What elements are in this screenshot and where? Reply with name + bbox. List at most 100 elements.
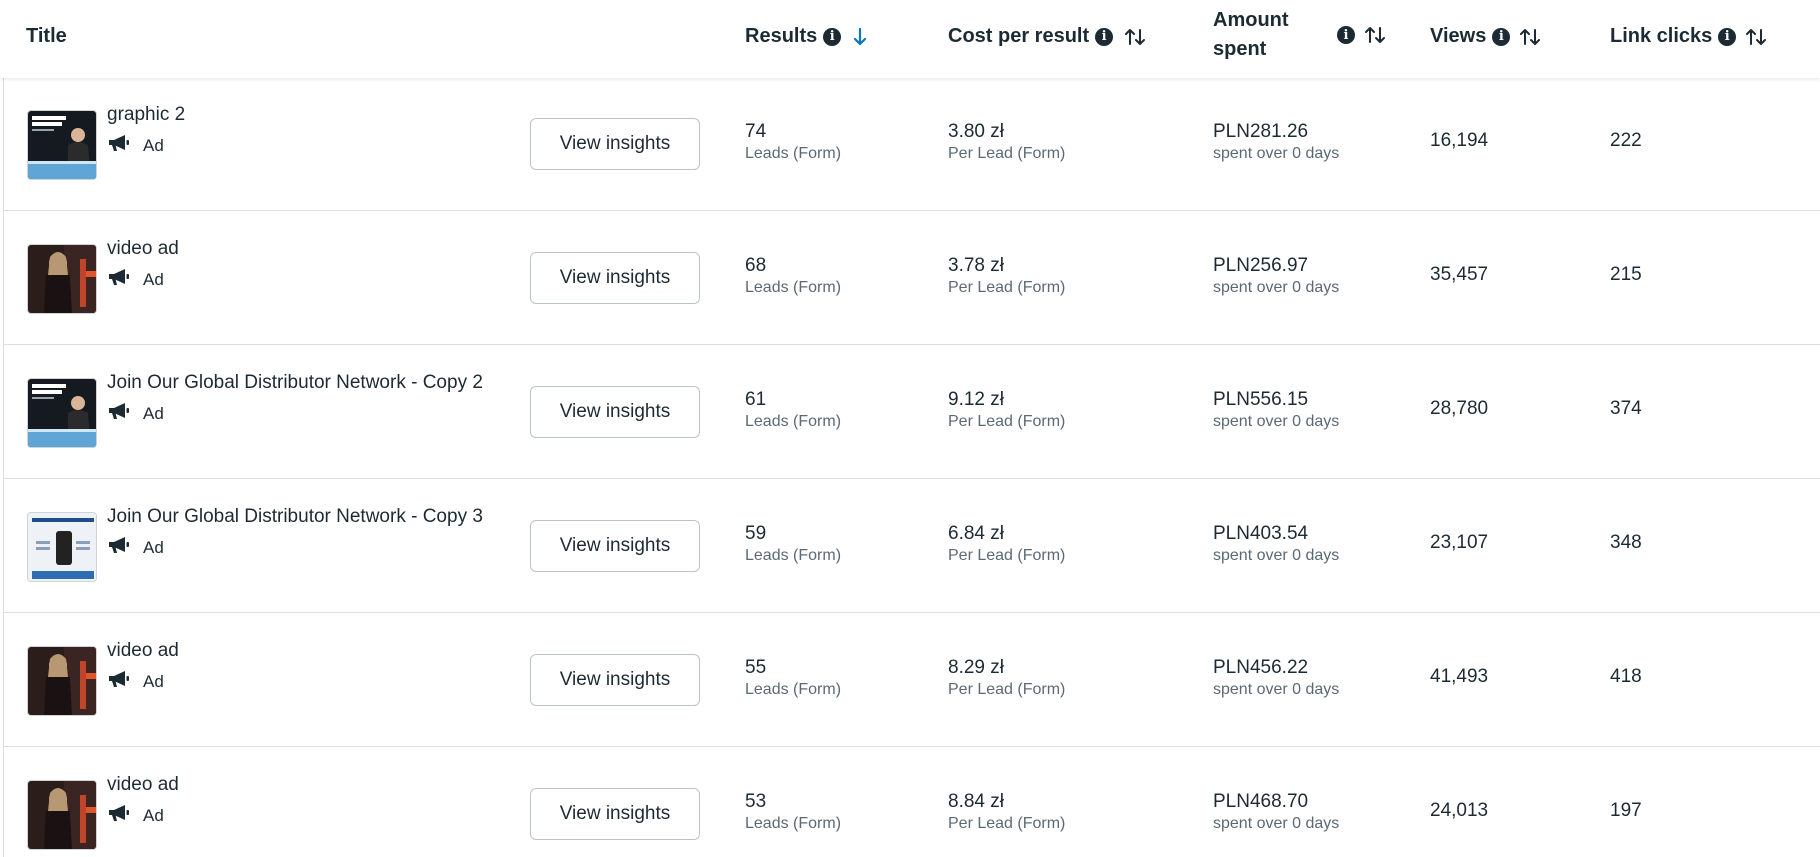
column-header-link-clicks[interactable]: Link clicks i [1610, 22, 1768, 51]
view-insights-button[interactable]: View insights [530, 118, 700, 170]
ad-type-label: Ad [143, 403, 164, 423]
amount-spent-cell: PLN256.97 spent over 0 days [1213, 254, 1339, 298]
results-cell: 68 Leads (Form) [745, 254, 841, 298]
column-header-views[interactable]: Views i [1430, 22, 1542, 51]
cost-per-result-cell: 8.84 zł Per Lead (Form) [948, 790, 1065, 834]
megaphone-icon [107, 669, 131, 694]
amount-label: spent over 0 days [1213, 681, 1340, 698]
column-header-results[interactable]: Results i [745, 22, 867, 51]
cost-per-result-cell: 9.12 zł Per Lead (Form) [948, 388, 1065, 432]
ad-type: Ad [107, 401, 164, 426]
cost-per-result-cell: 8.29 zł Per Lead (Form) [948, 656, 1065, 700]
results-label: Leads (Form) [745, 413, 842, 430]
view-insights-button[interactable]: View insights [530, 520, 700, 572]
results-label: Leads (Form) [745, 681, 842, 698]
results-value: 68 [745, 255, 767, 276]
megaphone-icon [107, 535, 131, 560]
column-header-results-label: Results [745, 25, 818, 47]
ad-title[interactable]: video ad [107, 640, 179, 662]
info-icon[interactable]: i [1095, 27, 1114, 46]
views-cell: 41,493 [1430, 666, 1489, 687]
results-label: Leads (Form) [745, 815, 842, 832]
info-icon[interactable]: i [1492, 27, 1511, 46]
ad-thumbnail-video-still[interactable] [27, 646, 97, 716]
view-insights-button[interactable]: View insights [530, 654, 700, 706]
amount-value: PLN456.22 [1213, 657, 1309, 678]
table-row: Join Our Global Distributor Network - Co… [3, 346, 1820, 479]
column-header-link-clicks-label: Link clicks [1610, 25, 1713, 47]
cost-label: Per Lead (Form) [948, 815, 1066, 832]
column-header-title[interactable]: Title [26, 22, 67, 51]
results-cell: 55 Leads (Form) [745, 656, 841, 700]
cost-per-result-cell: 3.78 zł Per Lead (Form) [948, 254, 1065, 298]
megaphone-icon [107, 401, 131, 426]
amount-label: spent over 0 days [1213, 145, 1340, 162]
column-header-amount-spent[interactable]: Amount spent i [1213, 6, 1387, 64]
views-cell: 24,013 [1430, 800, 1489, 821]
results-value: 55 [745, 657, 767, 678]
cost-value: 8.84 zł [948, 791, 1004, 812]
results-value: 53 [745, 791, 767, 812]
column-header-cost-per-result[interactable]: Cost per result i [948, 22, 1147, 51]
amount-spent-cell: PLN281.26 spent over 0 days [1213, 120, 1339, 164]
link-clicks-cell: 418 [1610, 666, 1642, 687]
amount-spent-cell: PLN556.15 spent over 0 days [1213, 388, 1339, 432]
sort-icon[interactable] [1123, 27, 1147, 47]
megaphone-icon [107, 133, 131, 158]
amount-label: spent over 0 days [1213, 547, 1340, 564]
table-row: video ad Ad View insights 68 Leads (Form… [3, 212, 1820, 345]
ad-thumbnail-product-banner[interactable] [27, 512, 97, 582]
ad-type: Ad [107, 535, 164, 560]
amount-label: spent over 0 days [1213, 279, 1340, 296]
ad-title[interactable]: Join Our Global Distributor Network - Co… [107, 506, 483, 528]
cost-value: 6.84 zł [948, 523, 1004, 544]
ad-title[interactable]: video ad [107, 774, 179, 796]
ad-title[interactable]: video ad [107, 238, 179, 260]
ad-type-label: Ad [143, 805, 164, 825]
results-value: 61 [745, 389, 767, 410]
ad-title[interactable]: graphic 2 [107, 104, 185, 126]
sort-icon[interactable] [1363, 25, 1387, 45]
ad-title[interactable]: Join Our Global Distributor Network - Co… [107, 372, 483, 394]
ad-thumbnail-distributor-graphic[interactable] [27, 110, 97, 180]
ad-thumbnail-video-still[interactable] [27, 780, 97, 850]
info-icon[interactable]: i [823, 27, 842, 46]
amount-label: spent over 0 days [1213, 413, 1340, 430]
sort-icon[interactable] [1518, 27, 1542, 47]
amount-value: PLN256.97 [1213, 255, 1309, 276]
view-insights-button[interactable]: View insights [530, 252, 700, 304]
table-row: video ad Ad View insights 55 Leads (Form… [3, 614, 1820, 747]
ad-type: Ad [107, 267, 164, 292]
cost-per-result-cell: 3.80 zł Per Lead (Form) [948, 120, 1065, 164]
views-cell: 23,107 [1430, 532, 1489, 553]
sort-descending-icon[interactable] [853, 27, 867, 47]
cost-value: 9.12 zł [948, 389, 1004, 410]
column-header-views-label: Views [1430, 25, 1487, 47]
megaphone-icon [107, 267, 131, 292]
link-clicks-cell: 348 [1610, 532, 1642, 553]
table-row: graphic 2 Ad View insights 74 Leads (For… [3, 78, 1820, 211]
table-row: Join Our Global Distributor Network - Co… [3, 480, 1820, 613]
view-insights-button[interactable]: View insights [530, 788, 700, 840]
info-icon[interactable]: i [1718, 27, 1737, 46]
column-header-title-label: Title [26, 25, 67, 47]
table-header: Title Results i Cost per result i Amount… [0, 0, 1820, 78]
view-insights-button[interactable]: View insights [530, 386, 700, 438]
sort-icon[interactable] [1744, 27, 1768, 47]
ad-type: Ad [107, 133, 164, 158]
amount-spent-cell: PLN456.22 spent over 0 days [1213, 656, 1339, 700]
amount-spent-cell: PLN468.70 spent over 0 days [1213, 790, 1339, 834]
ad-type: Ad [107, 803, 164, 828]
ad-thumbnail-video-still[interactable] [27, 244, 97, 314]
column-header-amount-label: Amount spent [1213, 6, 1333, 64]
views-cell: 16,194 [1430, 130, 1489, 151]
views-cell: 28,780 [1430, 398, 1489, 419]
ad-thumbnail-distributor-graphic[interactable] [27, 378, 97, 448]
ad-type-label: Ad [143, 269, 164, 289]
results-label: Leads (Form) [745, 547, 842, 564]
results-cell: 53 Leads (Form) [745, 790, 841, 834]
info-icon[interactable]: i [1337, 26, 1355, 44]
cost-label: Per Lead (Form) [948, 279, 1066, 296]
cost-label: Per Lead (Form) [948, 547, 1066, 564]
results-label: Leads (Form) [745, 145, 842, 162]
